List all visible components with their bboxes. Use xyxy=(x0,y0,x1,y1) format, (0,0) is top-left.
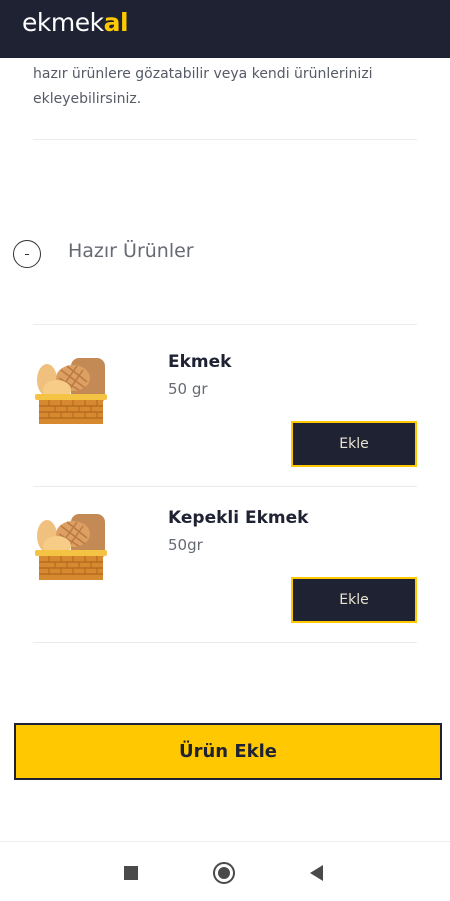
product-item: Ekmek 50 gr Ekle xyxy=(0,326,450,486)
bread-basket-icon xyxy=(35,514,107,580)
product-weight: 50gr xyxy=(168,536,203,554)
app-header: ekmekal xyxy=(0,0,450,58)
divider xyxy=(33,139,417,140)
product-name: Kepekli Ekmek xyxy=(168,508,309,528)
add-product-button[interactable]: Ekle xyxy=(291,577,417,623)
collapse-toggle-button[interactable] xyxy=(13,240,41,268)
divider xyxy=(33,642,417,643)
product-weight: 50 gr xyxy=(168,380,208,398)
logo-main-text: ekmek xyxy=(22,8,104,37)
app-logo[interactable]: ekmekal xyxy=(22,8,129,37)
bread-basket-icon xyxy=(35,358,107,424)
home-dot xyxy=(218,867,230,879)
logo-accent-text: al xyxy=(103,8,129,37)
square-icon[interactable] xyxy=(124,866,138,880)
intro-text: hazır ürünlere gözatabilir veya kendi ür… xyxy=(33,66,373,107)
ready-products-section-header[interactable]: Hazır Ürünler xyxy=(13,238,313,274)
add-product-button[interactable]: Ekle xyxy=(291,421,417,467)
triangle-back-icon[interactable] xyxy=(310,865,323,881)
circle-icon[interactable] xyxy=(213,862,235,884)
product-name: Ekmek xyxy=(168,352,232,372)
divider xyxy=(33,324,417,325)
minus-icon xyxy=(25,253,29,255)
system-navigation-bar xyxy=(0,841,450,901)
product-item: Kepekli Ekmek 50gr Ekle xyxy=(0,482,450,642)
section-title: Hazır Ürünler xyxy=(68,240,194,262)
add-product-submit-button[interactable]: Ürün Ekle xyxy=(14,723,442,780)
